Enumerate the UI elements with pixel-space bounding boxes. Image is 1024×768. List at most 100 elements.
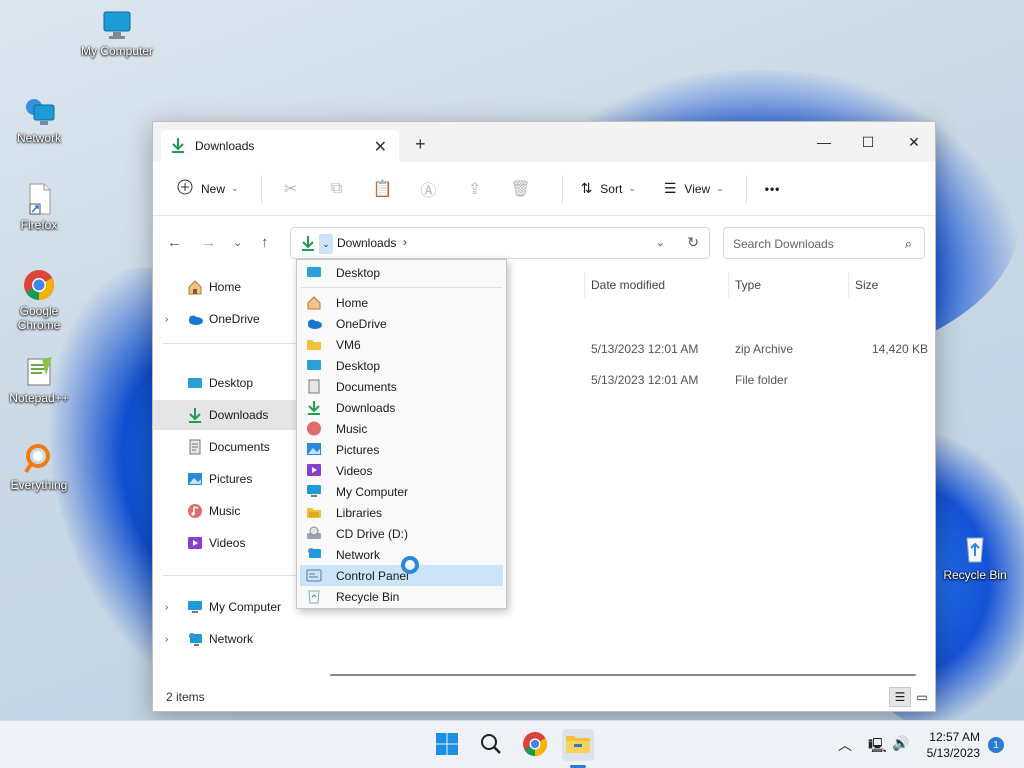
column-header-date-modified[interactable]: Date modified — [591, 278, 665, 292]
chevron-right-icon[interactable]: › — [165, 602, 168, 613]
menu-item-downloads[interactable]: Downloads — [300, 397, 503, 418]
recycle-bin-icon — [306, 589, 322, 604]
sidebar-item-onedrive[interactable]: › OneDrive — [153, 304, 312, 334]
downloads-icon — [306, 400, 322, 415]
copy-icon[interactable]: ⧉ — [320, 173, 354, 205]
chevron-right-icon[interactable]: › — [165, 314, 168, 325]
paste-icon[interactable]: 📋 — [366, 173, 400, 205]
desktop-icon-google-chrome[interactable]: Google Chrome — [0, 268, 81, 332]
volume-icon[interactable]: 🔊 — [892, 735, 909, 752]
chevron-down-icon[interactable]: ⌄ — [656, 236, 665, 249]
menu-item-onedrive[interactable]: OneDrive — [300, 313, 503, 334]
downloads-icon — [171, 137, 185, 156]
close-window-button[interactable]: ✕ — [891, 128, 937, 156]
menu-item-cd-drive[interactable]: CD Drive (D:) — [300, 523, 503, 544]
new-tab-button[interactable]: + — [415, 134, 426, 155]
toolbar-divider — [561, 174, 563, 203]
sidebar-item-network[interactable]: › Network — [153, 624, 312, 654]
menu-item-label: Network — [336, 547, 381, 562]
minimize-button[interactable]: — — [801, 128, 847, 156]
view-button[interactable]: ☰ View ⌄ — [658, 173, 730, 205]
menu-item-label: OneDrive — [336, 316, 387, 331]
desktop-icon — [306, 358, 322, 373]
sidebar-item-videos[interactable]: Videos — [153, 528, 312, 558]
taskbar-file-explorer-button[interactable] — [562, 729, 594, 761]
sidebar-item-my-computer[interactable]: › My Computer — [153, 592, 312, 622]
sidebar-item-label: Pictures — [209, 472, 253, 486]
tab-downloads[interactable]: Downloads ✕ — [161, 130, 399, 162]
horizontal-scrollbar[interactable] — [330, 674, 916, 676]
clock-time: 12:57 AM — [929, 730, 980, 744]
taskbar-search-button[interactable] — [475, 729, 507, 761]
sidebar-item-pictures[interactable]: Pictures — [153, 464, 312, 494]
menu-item-libraries[interactable]: Libraries — [300, 502, 503, 523]
clock[interactable]: 12:57 AM 5/13/2023 — [927, 729, 980, 761]
location-dropdown-button[interactable]: ⌄ — [319, 234, 333, 254]
sidebar-item-home[interactable]: Home — [153, 272, 312, 302]
tiles-view-icon[interactable]: ▭ — [911, 687, 933, 707]
breadcrumb-downloads[interactable]: Downloads — [337, 236, 396, 250]
breadcrumb-separator[interactable]: › — [403, 235, 407, 249]
videos-icon — [187, 535, 203, 551]
maximize-button[interactable]: ☐ — [845, 128, 891, 156]
desktop-icon-everything[interactable]: Everything — [0, 442, 81, 492]
sidebar-item-label: Network — [209, 632, 254, 646]
close-tab-icon[interactable]: ✕ — [374, 137, 387, 157]
sidebar-item-music[interactable]: Music — [153, 496, 312, 526]
desktop-icon-label: Firefox — [20, 218, 58, 232]
sidebar-item-label: Documents — [209, 440, 270, 454]
menu-item-desktop[interactable]: Desktop — [300, 262, 503, 283]
chrome-icon — [22, 268, 56, 302]
sort-button[interactable]: ⇅ Sort ⌄ — [575, 173, 642, 205]
desktop-icon-notepad-plus-plus[interactable]: Notepad++ — [0, 355, 81, 405]
desktop-icon-firefox[interactable]: Firefox — [0, 182, 81, 232]
see-more-button[interactable]: ••• — [759, 173, 787, 205]
menu-item-home[interactable]: Home — [300, 292, 503, 313]
taskbar-chrome-button[interactable] — [519, 729, 551, 761]
menu-item-music[interactable]: Music — [300, 418, 503, 439]
forward-icon[interactable]: → — [201, 234, 216, 251]
network-status-icon[interactable]: 🖳 — [868, 735, 887, 759]
share-icon[interactable]: ⇪ — [458, 173, 492, 205]
menu-item-videos[interactable]: Videos — [300, 460, 503, 481]
recycle-bin-icon — [958, 532, 992, 566]
refresh-icon[interactable]: ↻ — [687, 234, 699, 251]
sidebar-item-desktop[interactable]: Desktop — [153, 368, 312, 398]
start-button[interactable] — [431, 729, 463, 761]
notification-badge[interactable]: 1 — [988, 737, 1004, 753]
chevron-right-icon[interactable]: › — [165, 634, 168, 645]
sidebar-item-label: Desktop — [209, 376, 254, 390]
sidebar-divider — [163, 343, 303, 344]
menu-item-documents[interactable]: Documents — [300, 376, 503, 397]
delete-icon[interactable]: 🗑 — [504, 173, 538, 205]
recent-locations-icon[interactable]: ⌄ — [233, 236, 242, 249]
desktop-icon-my-computer[interactable]: My Computer — [75, 8, 159, 58]
folder-icon — [565, 732, 591, 759]
cell-date-modified: 5/13/2023 12:01 AM — [591, 342, 699, 356]
menu-item-vm6[interactable]: VM6 — [300, 334, 503, 355]
sidebar-item-label: OneDrive — [209, 312, 260, 326]
column-header-type[interactable]: Type — [735, 278, 761, 292]
address-bar[interactable]: ⌄ Downloads › ⌄ ↻ — [290, 227, 710, 259]
menu-item-desktop-2[interactable]: Desktop — [300, 355, 503, 376]
sidebar-item-label: Home — [209, 280, 242, 294]
show-hidden-icons-button[interactable]: ︿ — [838, 735, 852, 755]
rename-icon[interactable]: Ⓐ — [412, 173, 446, 205]
sidebar-item-documents[interactable]: Documents — [153, 432, 312, 462]
command-bar: New ⌄ ✂ ⧉ 📋 Ⓐ ⇪ 🗑 ⇅ Sort ⌄ ☰ View ⌄ ••• — [153, 162, 935, 216]
search-box[interactable]: Search Downloads ⌕ — [723, 227, 925, 259]
back-icon[interactable]: ← — [167, 234, 182, 251]
sidebar-item-downloads[interactable]: Downloads — [153, 400, 312, 430]
up-icon[interactable]: ↑ — [261, 234, 269, 251]
desktop-icon-recycle-bin[interactable]: Recycle Bin — [933, 532, 1017, 582]
navigation-pane: Home › OneDrive Desktop Downloads Docume… — [153, 272, 312, 684]
menu-item-my-computer[interactable]: My Computer — [300, 481, 503, 502]
details-view-icon[interactable]: ☰ — [889, 687, 911, 707]
view-button-label: View — [684, 181, 711, 196]
menu-item-pictures[interactable]: Pictures — [300, 439, 503, 460]
desktop-icon-network[interactable]: Network — [0, 95, 81, 145]
menu-item-recycle-bin[interactable]: Recycle Bin — [300, 586, 503, 607]
cut-icon[interactable]: ✂ — [274, 173, 308, 205]
column-header-size[interactable]: Size — [855, 278, 878, 292]
new-button[interactable]: New ⌄ — [171, 173, 245, 205]
